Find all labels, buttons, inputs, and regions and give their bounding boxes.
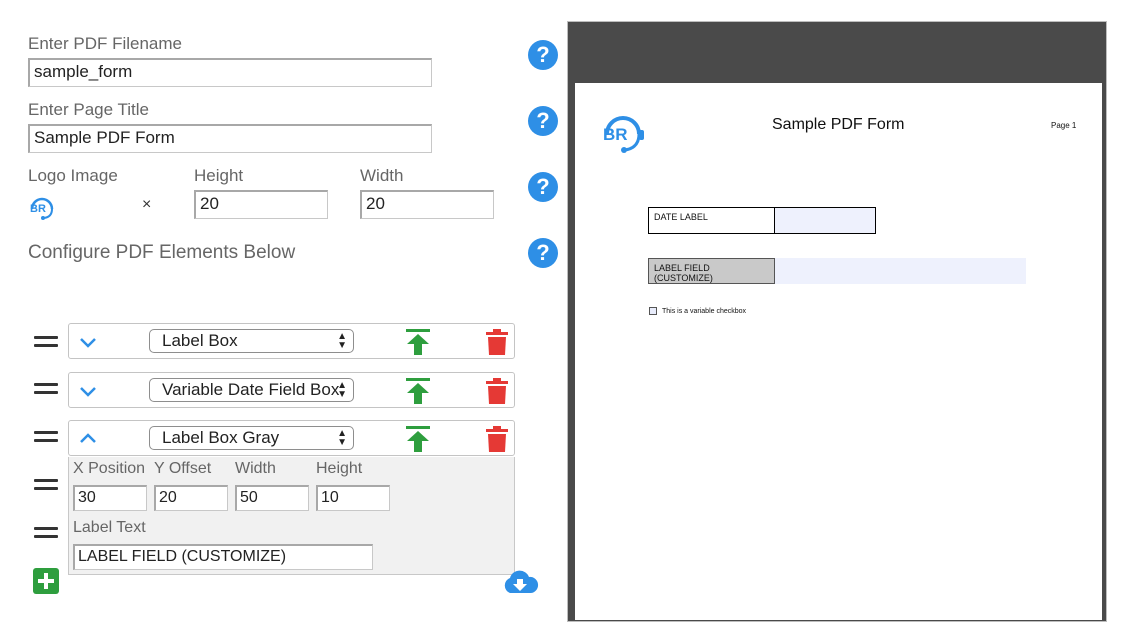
configure-heading: Configure PDF Elements Below (28, 242, 296, 263)
pdf-preview-page: BR Sample PDF Form Page 1 DATE LABEL LAB… (575, 83, 1102, 620)
width-input[interactable]: 50 (235, 485, 309, 511)
element-row: Label Box Gray ▲ ▼ (68, 420, 515, 456)
logo-image[interactable]: BR (26, 192, 58, 222)
select-arrows-icon: ▲ ▼ (337, 380, 347, 400)
element-type-select[interactable]: Variable Date Field Box ▲ ▼ (149, 378, 354, 402)
height-input[interactable]: 10 (316, 485, 390, 511)
drag-handle-icon[interactable] (34, 527, 58, 543)
x-position-label: X Position (73, 460, 146, 477)
label-text-label: Label Text (73, 519, 146, 536)
help-icon[interactable]: ? (528, 238, 558, 268)
y-offset-label: Y Offset (154, 460, 212, 477)
help-icon[interactable]: ? (528, 172, 558, 202)
preview-page-number: Page 1 (1051, 121, 1077, 130)
drag-handle-icon[interactable] (34, 431, 58, 447)
element-row: Variable Date Field Box ▲ ▼ (68, 372, 515, 408)
preview-date-label-box: DATE LABEL (648, 207, 775, 234)
preview-checkbox (649, 307, 657, 315)
select-arrows-icon: ▲ ▼ (337, 428, 347, 448)
drag-handle-icon[interactable] (34, 479, 58, 495)
logo-text: BR (30, 203, 46, 215)
help-icon[interactable]: ? (528, 40, 558, 70)
filename-input[interactable]: sample_form (28, 58, 432, 87)
page-title-label: Enter Page Title (28, 100, 149, 119)
drag-handle-icon[interactable] (34, 383, 58, 399)
element-row: Label Box ▲ ▼ (68, 323, 515, 359)
height-label: Height (316, 460, 363, 477)
preview-date-field (774, 207, 876, 234)
label-text-input[interactable]: LABEL FIELD (CUSTOMIZE) (73, 544, 373, 570)
x-position-input[interactable]: 30 (73, 485, 147, 511)
trash-icon[interactable] (486, 426, 508, 452)
logo-height-input[interactable]: 20 (194, 190, 328, 219)
preview-logo: BR (599, 108, 647, 156)
preview-checkbox-label: This is a variable checkbox (662, 308, 747, 315)
chevron-down-icon[interactable] (79, 382, 97, 400)
width-label: Width (235, 460, 276, 477)
element-type-value: Label Box Gray (162, 428, 280, 447)
y-offset-input[interactable]: 20 (154, 485, 228, 511)
chevron-down-icon[interactable] (79, 333, 97, 351)
times-symbol: × (142, 196, 152, 213)
filename-label: Enter PDF Filename (28, 34, 182, 53)
element-type-value: Label Box (162, 331, 238, 350)
move-top-icon[interactable] (406, 426, 430, 452)
width-label: Width (360, 166, 404, 185)
page-title-input[interactable]: Sample PDF Form (28, 124, 432, 153)
chevron-up-icon[interactable] (79, 430, 97, 448)
preview-gray-field (775, 258, 1026, 284)
preview-title: Sample PDF Form (772, 116, 905, 133)
move-top-icon[interactable] (406, 329, 430, 355)
add-icon[interactable] (33, 568, 59, 594)
cloud-download-icon[interactable] (501, 569, 539, 595)
select-arrows-icon: ▲ ▼ (337, 331, 347, 351)
trash-icon[interactable] (486, 378, 508, 404)
drag-handle-icon[interactable] (34, 336, 58, 352)
element-detail-panel: X Position Y Offset Width Height 30 20 5… (68, 457, 515, 575)
preview-logo-text: BR (603, 125, 628, 144)
element-type-select[interactable]: Label Box Gray ▲ ▼ (149, 426, 354, 450)
trash-icon[interactable] (486, 329, 508, 355)
height-label: Height (194, 166, 244, 185)
help-icon[interactable]: ? (528, 106, 558, 136)
logo-image-label: Logo Image (28, 166, 118, 185)
move-top-icon[interactable] (406, 378, 430, 404)
element-type-value: Variable Date Field Box (162, 380, 340, 399)
element-type-select[interactable]: Label Box ▲ ▼ (149, 329, 354, 353)
preview-gray-label-box: LABEL FIELD (CUSTOMIZE) (648, 258, 775, 284)
logo-width-input[interactable]: 20 (360, 190, 494, 219)
